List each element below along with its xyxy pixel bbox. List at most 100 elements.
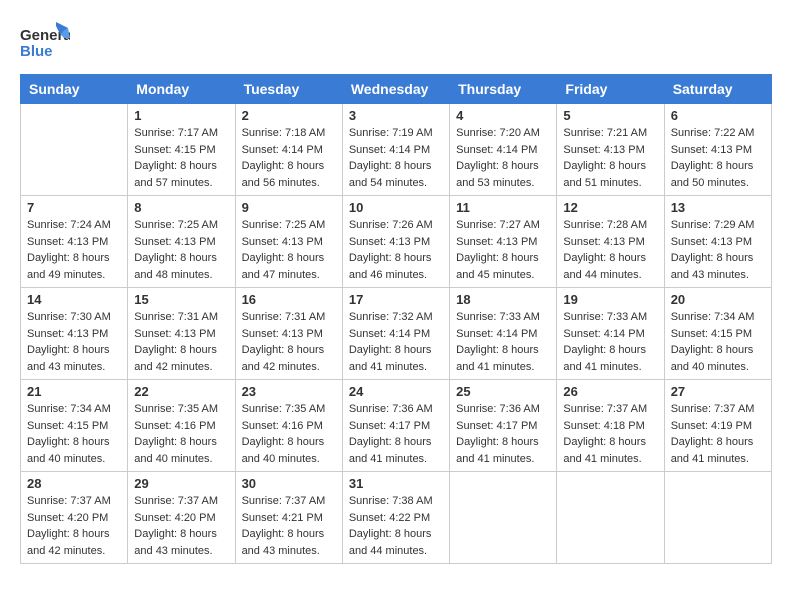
day-number: 19 [563,292,657,307]
calendar-cell: 16Sunrise: 7:31 AM Sunset: 4:13 PM Dayli… [235,288,342,380]
day-info: Sunrise: 7:33 AM Sunset: 4:14 PM Dayligh… [563,309,657,375]
day-number: 18 [456,292,550,307]
day-number: 5 [563,108,657,123]
day-info: Sunrise: 7:19 AM Sunset: 4:14 PM Dayligh… [349,125,443,191]
calendar-cell: 18 Sunrise: 7:33 AM Sunset: 4:14 PM Dayli… [450,288,557,380]
calendar-cell: 12 Sunrise: 7:28 AM Sunset: 4:13 PM Dayli… [557,196,664,288]
day-number: 7 [27,200,121,215]
day-number: 31 [349,476,443,491]
day-info: Sunrise: 7:37 AM Sunset: 4:20 PM Dayligh… [134,493,228,559]
day-number: 22 [134,384,228,399]
svg-text:Blue: Blue [20,43,53,60]
day-number: 8 [134,200,228,215]
calendar-cell: 24 Sunrise: 7:36 AM Sunset: 4:17 PM Dayli… [342,380,449,472]
day-info: Sunrise: 7:22 AM Sunset: 4:13 PM Dayligh… [671,125,765,191]
day-info: Sunrise: 7:36 AM Sunset: 4:17 PM Dayligh… [349,401,443,467]
calendar-cell: 21 Sunrise: 7:34 AM Sunset: 4:15 PM Dayli… [21,380,128,472]
day-info: Sunrise: 7:25 AM Sunset: 4:13 PM Dayligh… [242,217,336,283]
day-info: Sunrise: 7:28 AM Sunset: 4:13 PM Dayligh… [563,217,657,283]
calendar-week-row: 7 Sunrise: 7:24 AM Sunset: 4:13 PM Daylig… [21,196,772,288]
calendar-cell: 14 Sunrise: 7:30 AM Sunset: 4:13 PM Dayli… [21,288,128,380]
calendar-cell [557,472,664,564]
calendar-cell: 20 Sunrise: 7:34 AM Sunset: 4:15 PM Dayli… [664,288,771,380]
day-number: 15 [134,292,228,307]
day-info: Sunrise: 7:29 AM Sunset: 4:13 PM Dayligh… [671,217,765,283]
day-number: 9 [242,200,336,215]
calendar-cell: 13Sunrise: 7:29 AM Sunset: 4:13 PM Dayli… [664,196,771,288]
day-info: Sunrise: 7:37 AM Sunset: 4:20 PM Dayligh… [27,493,121,559]
day-info: Sunrise: 7:33 AM Sunset: 4:14 PM Dayligh… [456,309,550,375]
day-info: Sunrise: 7:36 AM Sunset: 4:17 PM Dayligh… [456,401,550,467]
day-info: Sunrise: 7:18 AM Sunset: 4:14 PM Dayligh… [242,125,336,191]
day-number: 10 [349,200,443,215]
calendar-cell: 23Sunrise: 7:35 AM Sunset: 4:16 PM Dayli… [235,380,342,472]
day-info: Sunrise: 7:32 AM Sunset: 4:14 PM Dayligh… [349,309,443,375]
calendar-week-row: 14 Sunrise: 7:30 AM Sunset: 4:13 PM Dayli… [21,288,772,380]
calendar-cell: 17 Sunrise: 7:32 AM Sunset: 4:14 PM Dayli… [342,288,449,380]
day-info: Sunrise: 7:20 AM Sunset: 4:14 PM Dayligh… [456,125,550,191]
day-number: 21 [27,384,121,399]
day-of-week-header: Friday [557,75,664,104]
calendar-cell: 25 Sunrise: 7:36 AM Sunset: 4:17 PM Dayli… [450,380,557,472]
calendar-week-row: 1Sunrise: 7:17 AM Sunset: 4:15 PM Daylig… [21,104,772,196]
calendar-cell [450,472,557,564]
day-info: Sunrise: 7:34 AM Sunset: 4:15 PM Dayligh… [27,401,121,467]
day-of-week-header: Tuesday [235,75,342,104]
calendar-cell: 29 Sunrise: 7:37 AM Sunset: 4:20 PM Dayli… [128,472,235,564]
header: General Blue [20,20,772,64]
day-info: Sunrise: 7:25 AM Sunset: 4:13 PM Dayligh… [134,217,228,283]
calendar-cell [21,104,128,196]
day-number: 26 [563,384,657,399]
day-number: 3 [349,108,443,123]
calendar-cell: 4Sunrise: 7:20 AM Sunset: 4:14 PM Daylig… [450,104,557,196]
day-of-week-header: Saturday [664,75,771,104]
day-of-week-header: Monday [128,75,235,104]
day-number: 2 [242,108,336,123]
day-number: 17 [349,292,443,307]
day-number: 29 [134,476,228,491]
calendar-cell: 8 Sunrise: 7:25 AM Sunset: 4:13 PM Daylig… [128,196,235,288]
calendar-cell: 28 Sunrise: 7:37 AM Sunset: 4:20 PM Dayli… [21,472,128,564]
day-info: Sunrise: 7:30 AM Sunset: 4:13 PM Dayligh… [27,309,121,375]
calendar: SundayMondayTuesdayWednesdayThursdayFrid… [20,74,772,564]
day-info: Sunrise: 7:35 AM Sunset: 4:16 PM Dayligh… [134,401,228,467]
day-number: 14 [27,292,121,307]
calendar-cell: 26 Sunrise: 7:37 AM Sunset: 4:18 PM Dayli… [557,380,664,472]
day-info: Sunrise: 7:26 AM Sunset: 4:13 PM Dayligh… [349,217,443,283]
day-number: 24 [349,384,443,399]
calendar-header-row: SundayMondayTuesdayWednesdayThursdayFrid… [21,75,772,104]
day-info: Sunrise: 7:37 AM Sunset: 4:18 PM Dayligh… [563,401,657,467]
day-info: Sunrise: 7:35 AM Sunset: 4:16 PM Dayligh… [242,401,336,467]
calendar-cell: 22 Sunrise: 7:35 AM Sunset: 4:16 PM Dayli… [128,380,235,472]
calendar-cell: 27Sunrise: 7:37 AM Sunset: 4:19 PM Dayli… [664,380,771,472]
day-info: Sunrise: 7:27 AM Sunset: 4:13 PM Dayligh… [456,217,550,283]
day-of-week-header: Wednesday [342,75,449,104]
calendar-week-row: 21 Sunrise: 7:34 AM Sunset: 4:15 PM Dayli… [21,380,772,472]
day-number: 28 [27,476,121,491]
calendar-cell: 15Sunrise: 7:31 AM Sunset: 4:13 PM Dayli… [128,288,235,380]
day-number: 12 [563,200,657,215]
day-number: 11 [456,200,550,215]
day-info: Sunrise: 7:34 AM Sunset: 4:15 PM Dayligh… [671,309,765,375]
day-info: Sunrise: 7:24 AM Sunset: 4:13 PM Dayligh… [27,217,121,283]
calendar-cell: 31 Sunrise: 7:38 AM Sunset: 4:22 PM Dayli… [342,472,449,564]
day-of-week-header: Thursday [450,75,557,104]
calendar-cell: 6 Sunrise: 7:22 AM Sunset: 4:13 PM Daylig… [664,104,771,196]
calendar-cell: 9 Sunrise: 7:25 AM Sunset: 4:13 PM Daylig… [235,196,342,288]
calendar-week-row: 28 Sunrise: 7:37 AM Sunset: 4:20 PM Dayli… [21,472,772,564]
calendar-cell [664,472,771,564]
calendar-cell: 1Sunrise: 7:17 AM Sunset: 4:15 PM Daylig… [128,104,235,196]
day-number: 6 [671,108,765,123]
calendar-cell: 10 Sunrise: 7:26 AM Sunset: 4:13 PM Dayli… [342,196,449,288]
day-info: Sunrise: 7:17 AM Sunset: 4:15 PM Dayligh… [134,125,228,191]
day-info: Sunrise: 7:38 AM Sunset: 4:22 PM Dayligh… [349,493,443,559]
logo-icon: General Blue [20,20,70,64]
day-number: 25 [456,384,550,399]
day-number: 20 [671,292,765,307]
calendar-cell: 5Sunrise: 7:21 AM Sunset: 4:13 PM Daylig… [557,104,664,196]
day-number: 16 [242,292,336,307]
calendar-cell: 3 Sunrise: 7:19 AM Sunset: 4:14 PM Daylig… [342,104,449,196]
calendar-cell: 19 Sunrise: 7:33 AM Sunset: 4:14 PM Dayli… [557,288,664,380]
calendar-cell: 30Sunrise: 7:37 AM Sunset: 4:21 PM Dayli… [235,472,342,564]
day-number: 27 [671,384,765,399]
